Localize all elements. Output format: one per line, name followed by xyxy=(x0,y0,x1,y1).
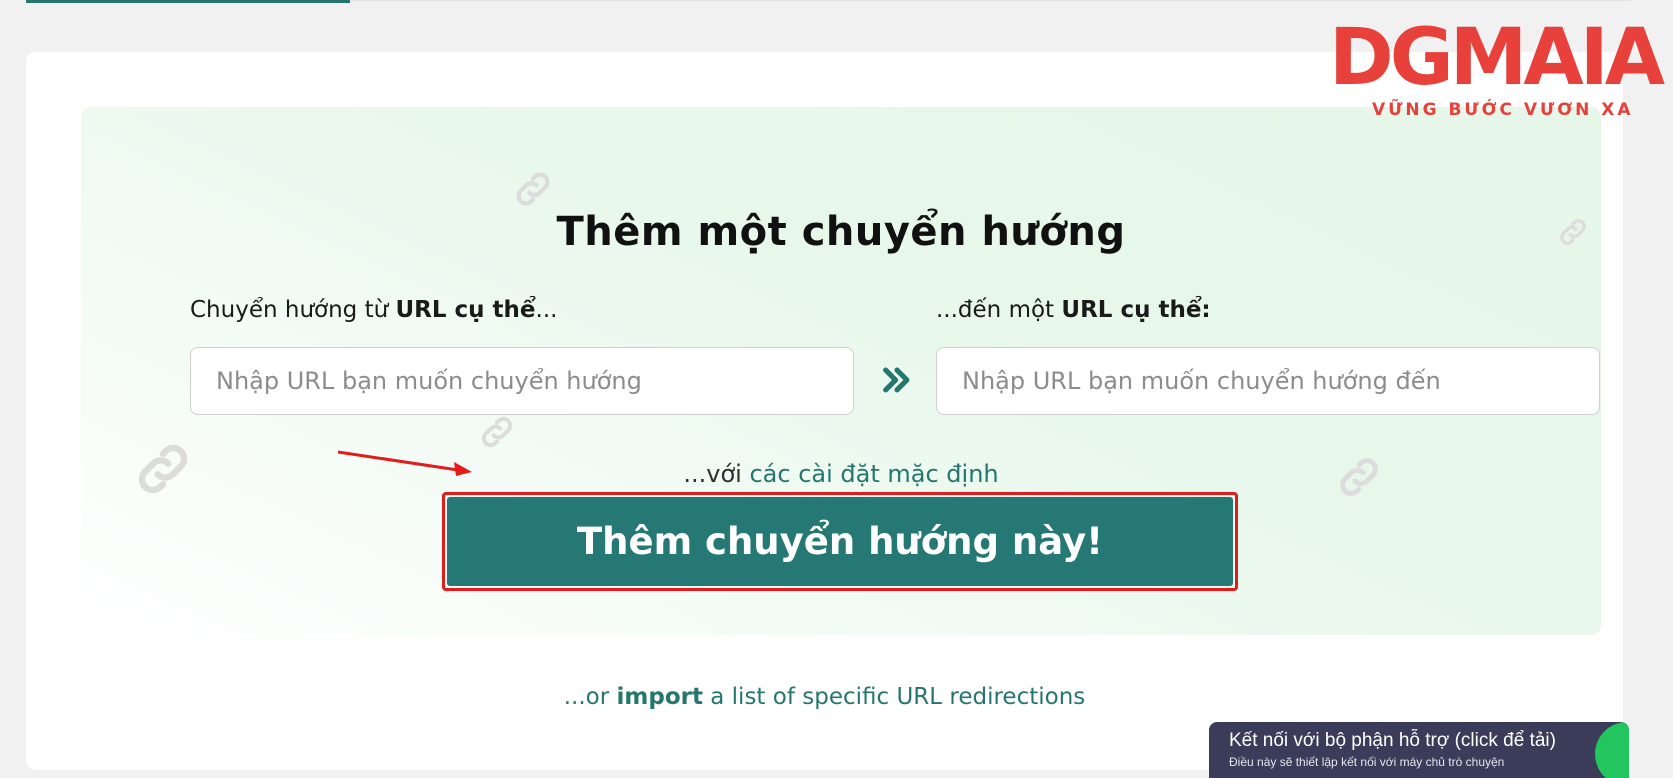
tab-divider xyxy=(350,0,1630,1)
double-chevron-right-icon xyxy=(883,367,910,393)
support-title: Kết nối với bộ phận hỗ trợ (click để tải… xyxy=(1229,730,1556,751)
default-settings-prefix: ...với xyxy=(683,460,750,488)
target-url-input[interactable] xyxy=(936,347,1600,415)
active-tab-indicator xyxy=(26,0,350,3)
panel-title: Thêm một chuyển hướng xyxy=(556,209,1126,255)
import-line: ...or import a list of specific URL redi… xyxy=(26,684,1623,710)
logo-tagline: VỮNG BƯỚC VƯƠN XA xyxy=(1372,100,1634,120)
import-link[interactable]: import xyxy=(617,684,703,710)
from-url-label-prefix: Chuyển hướng từ xyxy=(190,297,396,323)
dgmaia-logo: DGMAIA VỮNG BƯỚC VƯƠN XA xyxy=(1327,10,1667,120)
from-url-label: Chuyển hướng từ URL cụ thể... xyxy=(190,297,557,323)
to-url-label: ...đến một URL cụ thể: xyxy=(936,297,1211,323)
to-url-label-prefix: ...đến một xyxy=(936,297,1062,323)
source-url-input[interactable] xyxy=(190,347,854,415)
default-settings-link[interactable]: các cài đặt mặc định xyxy=(749,460,998,488)
import-suffix: a list of specific URL redirections xyxy=(702,684,1086,710)
submit-button-highlight: Thêm chuyển hướng này! xyxy=(442,492,1238,591)
logo-wordmark: DGMAIA xyxy=(1329,13,1665,103)
from-url-label-bold: URL cụ thể xyxy=(395,297,536,323)
link-icon xyxy=(481,416,513,448)
from-url-label-suffix: ... xyxy=(535,297,558,323)
import-prefix: ...or xyxy=(563,684,617,710)
support-subtitle: Điều này sẽ thiết lập kết nối với máy ch… xyxy=(1229,755,1505,769)
add-redirect-button[interactable]: Thêm chuyển hướng này! xyxy=(447,497,1233,586)
annotation-arrow xyxy=(337,450,472,476)
to-url-label-bold: URL cụ thể: xyxy=(1061,297,1211,323)
support-connect-widget[interactable]: Kết nối với bộ phận hỗ trợ (click để tải… xyxy=(1209,722,1629,778)
default-settings-line: ...với các cài đặt mặc định xyxy=(81,460,1601,488)
redirect-card: Thêm một chuyển hướng Chuyển hướng từ UR… xyxy=(26,52,1623,770)
link-icon xyxy=(516,172,550,206)
